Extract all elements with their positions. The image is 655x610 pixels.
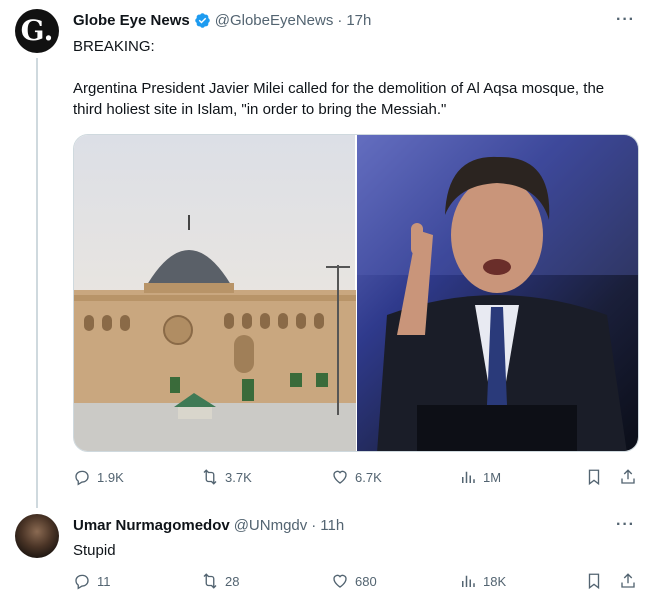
separator-dot: · (311, 516, 317, 534)
like-button[interactable]: 680 (331, 572, 377, 590)
heart-icon (333, 470, 347, 484)
bookmark-icon (588, 573, 600, 590)
reply-button[interactable]: 11 (73, 572, 111, 590)
tweet-actions: 1.9K 3.7K 6.7K 1M (73, 468, 643, 488)
share-icon (621, 573, 635, 588)
tweet-umar-nurmagomedov[interactable]: Umar Nurmagomedov @UNmgdv · 11h ··· Stup… (0, 505, 655, 610)
speaker-illustration (357, 135, 638, 451)
like-count: 6.7K (355, 469, 382, 485)
author-handle[interactable]: @GlobeEyeNews (215, 12, 334, 29)
separator-dot: · (337, 11, 343, 29)
tweet-text-body: Stupid (73, 542, 116, 559)
heart-icon (333, 574, 347, 588)
more-options-icon[interactable]: ··· (616, 11, 635, 29)
views-count: 18K (483, 573, 507, 589)
share-button[interactable] (619, 572, 637, 590)
analytics-icon (462, 575, 475, 587)
reply-icon (75, 574, 89, 590)
tweet-header: Globe Eye News @GlobeEyeNews · 17h (73, 10, 371, 30)
tweet-actions: 11 28 680 18K (73, 572, 643, 592)
timestamp[interactable]: 17h (346, 12, 371, 29)
repost-icon (203, 573, 217, 589)
bookmark-button[interactable] (585, 572, 603, 590)
repost-button[interactable]: 28 (201, 572, 239, 590)
mosque-illustration (74, 215, 356, 451)
like-button[interactable]: 6.7K (331, 468, 382, 486)
verified-badge-icon (194, 12, 210, 28)
views-button[interactable]: 18K (459, 572, 506, 590)
avatar-logo: G. (20, 14, 54, 47)
author-name[interactable]: Globe Eye News (73, 12, 190, 29)
tweet-text-line: BREAKING: (73, 38, 155, 55)
tweet-text-body: Argentina President Javier Milei called … (73, 80, 605, 118)
repost-count: 28 (225, 573, 240, 589)
avatar[interactable]: G. (15, 9, 59, 53)
reply-count: 11 (97, 573, 111, 589)
repost-button[interactable]: 3.7K (201, 468, 252, 486)
timestamp[interactable]: 11h (320, 517, 344, 534)
tweet-header: Umar Nurmagomedov @UNmgdv · 11h (73, 515, 344, 535)
author-name[interactable]: Umar Nurmagomedov (73, 517, 230, 534)
bookmark-button[interactable] (585, 468, 603, 486)
photo-al-aqsa-mosque[interactable] (74, 135, 356, 451)
avatar[interactable] (15, 514, 59, 558)
reply-count: 1.9K (97, 469, 124, 485)
repost-icon (203, 469, 217, 485)
share-button[interactable] (619, 468, 637, 486)
photo-javier-milei[interactable] (357, 135, 638, 451)
like-count: 680 (355, 573, 377, 589)
tweet-media[interactable] (73, 134, 639, 452)
tweet-globe-eye-news[interactable]: G. Globe Eye News @GlobeEyeNews · 17h ··… (0, 0, 655, 508)
views-count: 1M (483, 469, 502, 485)
analytics-icon (462, 471, 475, 483)
reply-icon (75, 470, 89, 486)
more-options-icon[interactable]: ··· (616, 516, 635, 534)
reply-button[interactable]: 1.9K (73, 468, 124, 486)
thread-line (36, 58, 38, 508)
author-handle[interactable]: @UNmgdv (234, 517, 308, 534)
views-button[interactable]: 1M (459, 468, 501, 486)
bookmark-icon (588, 469, 600, 486)
repost-count: 3.7K (225, 469, 252, 485)
share-icon (621, 469, 635, 484)
